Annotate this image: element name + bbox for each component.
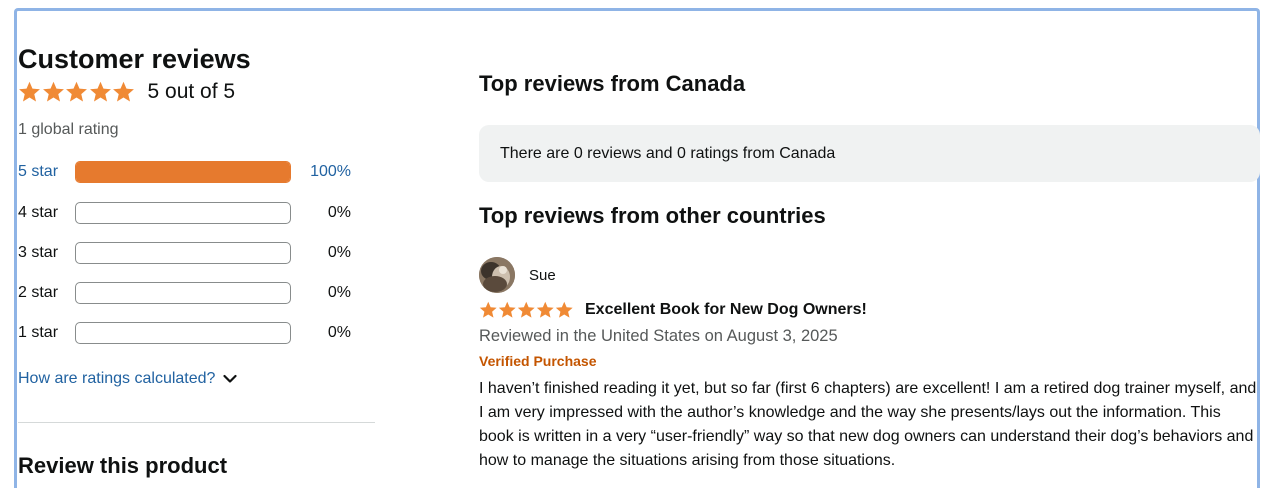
star-icon <box>517 301 536 319</box>
histogram-row-5-star[interactable]: 5 star 100% <box>18 160 358 184</box>
how-ratings-calculated-link[interactable]: How are ratings calculated? <box>18 370 238 388</box>
histogram-label: 3 star <box>18 244 59 261</box>
histogram-label: 2 star <box>18 284 59 301</box>
rating-stars <box>18 81 136 103</box>
histogram-bar[interactable] <box>75 161 291 183</box>
histogram-label: 4 star <box>18 204 59 221</box>
review-date: Reviewed in the United States on August … <box>479 327 838 345</box>
canada-empty-message: There are 0 reviews and 0 ratings from C… <box>500 144 836 162</box>
how-ratings-calculated-text[interactable]: How are ratings calculated? <box>18 370 215 388</box>
review-rating-stars <box>479 301 574 319</box>
section-divider <box>18 422 375 423</box>
star-icon <box>65 81 89 103</box>
customer-reviews-heading: Customer reviews <box>18 44 251 74</box>
reviewer-profile[interactable]: Sue <box>479 257 556 293</box>
star-icon <box>18 81 42 103</box>
histogram-label: 1 star <box>18 324 59 341</box>
star-icon <box>479 301 498 319</box>
review-title[interactable]: Excellent Book for New Dog Owners! <box>585 301 867 319</box>
review-this-product-heading: Review this product <box>18 453 228 478</box>
reviewer-name[interactable]: Sue <box>529 267 556 284</box>
star-icon <box>112 81 136 103</box>
star-icon <box>89 81 113 103</box>
histogram-bar <box>75 242 291 264</box>
histogram-bar-fill <box>76 162 290 182</box>
histogram-row-4-star: 4 star 0% <box>18 201 358 225</box>
avatar-photo-icon <box>479 257 515 293</box>
histogram-row-1-star: 1 star 0% <box>18 321 358 345</box>
histogram-label[interactable]: 5 star <box>18 163 75 181</box>
top-reviews-other-countries-heading: Top reviews from other countries <box>479 203 826 228</box>
star-icon <box>555 301 574 319</box>
star-icon <box>42 81 66 103</box>
histogram-percent: 0% <box>327 284 351 301</box>
histogram-row-3-star: 3 star 0% <box>18 241 358 265</box>
canada-empty-notice: There are 0 reviews and 0 ratings from C… <box>479 125 1260 182</box>
histogram-row-2-star: 2 star 0% <box>18 281 358 305</box>
star-icon <box>536 301 555 319</box>
histogram-percent: 0% <box>327 204 351 221</box>
rating-out-of-text: 5 out of 5 <box>147 80 236 103</box>
histogram-bar <box>75 282 291 304</box>
avatar[interactable] <box>479 257 515 293</box>
histogram-bar <box>75 202 291 224</box>
review-header[interactable]: Excellent Book for New Dog Owners! <box>479 301 867 319</box>
histogram-percent: 0% <box>327 324 351 341</box>
top-reviews-canada-heading: Top reviews from Canada <box>479 71 746 96</box>
global-rating-count: 1 global rating <box>18 121 119 138</box>
average-rating[interactable]: 5 out of 5 <box>18 80 235 104</box>
review-body: I haven’t finished reading it yet, but s… <box>479 380 1257 469</box>
histogram-percent: 0% <box>327 244 351 261</box>
histogram-bar <box>75 322 291 344</box>
chevron-down-icon[interactable] <box>223 374 238 384</box>
verified-purchase-badge: Verified Purchase <box>479 353 597 369</box>
star-icon <box>498 301 517 319</box>
histogram-percent[interactable]: 100% <box>291 163 351 181</box>
